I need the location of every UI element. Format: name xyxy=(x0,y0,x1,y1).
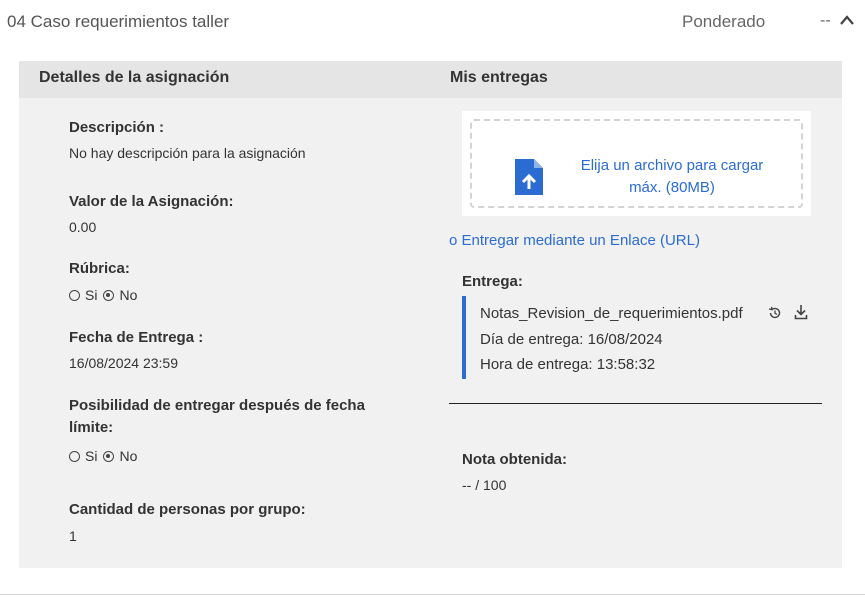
fecha-label: Fecha de Entrega : xyxy=(69,329,204,346)
history-icon[interactable] xyxy=(768,306,782,320)
posibilidad-no-label: No xyxy=(119,448,138,464)
download-icon[interactable] xyxy=(794,304,808,320)
assignment-header[interactable]: 04 Caso requerimientos taller Ponderado … xyxy=(0,0,865,44)
rubrica-si-label: Si xyxy=(85,287,98,303)
rubrica-si-radio-icon[interactable] xyxy=(69,289,80,301)
bottom-divider xyxy=(0,594,865,595)
file-upload-icon xyxy=(515,159,543,195)
chevron-up-icon[interactable] xyxy=(838,13,856,27)
nota-value: -- / 100 xyxy=(462,477,507,493)
card-header: Detalles de la asignación Mis entregas xyxy=(19,61,842,98)
rubrica-label: Rúbrica: xyxy=(69,260,130,277)
descripcion-label: Descripción : xyxy=(69,119,165,136)
cantidad-label: Cantidad de personas por grupo: xyxy=(69,501,306,518)
posibilidad-label-1: Posibilidad de entregar después de fecha xyxy=(69,397,365,414)
fecha-value: 16/08/2024 23:59 xyxy=(69,355,178,371)
details-heading: Detalles de la asignación xyxy=(39,69,230,86)
rubrica-radio-group: Si No xyxy=(69,287,143,303)
upload-line-1: Elija un archivo para cargar xyxy=(580,157,764,174)
valor-value: 0.00 xyxy=(69,219,97,235)
file-upload-area[interactable]: Elija un archivo para cargar máx. (80MB) xyxy=(462,111,811,216)
valor-label: Valor de la Asignación: xyxy=(69,193,234,210)
entrega-accent-bar xyxy=(462,296,466,379)
weight-label: Ponderado xyxy=(682,12,766,31)
entrega-label: Entrega: xyxy=(462,273,523,290)
cantidad-value: 1 xyxy=(69,528,77,544)
section-divider xyxy=(449,403,822,404)
posibilidad-radio-group: Si No xyxy=(69,448,143,464)
submitted-file-name[interactable]: Notas_Revision_de_requerimientos.pdf xyxy=(480,305,743,322)
rubrica-no-radio-icon[interactable] xyxy=(103,289,115,301)
posibilidad-si-label: Si xyxy=(85,448,98,464)
nota-label: Nota obtenida: xyxy=(462,451,567,468)
descripcion-value: No hay descripción para la asignación xyxy=(69,145,306,161)
assignment-title: 04 Caso requerimientos taller xyxy=(7,12,230,31)
posibilidad-label-2: límite: xyxy=(69,419,114,436)
upload-text[interactable]: Elija un archivo para cargar máx. (80MB) xyxy=(572,155,772,199)
upload-dropzone[interactable]: Elija un archivo para cargar máx. (80MB) xyxy=(470,119,803,208)
submit-url-link[interactable]: o Entregar mediante un Enlace (URL) xyxy=(449,232,700,249)
submissions-heading: Mis entregas xyxy=(450,69,548,86)
assignment-card: Detalles de la asignación Mis entregas D… xyxy=(19,61,842,568)
entrega-hora: Hora de entrega: 13:58:32 xyxy=(480,356,656,373)
score-dash: -- xyxy=(820,12,831,29)
rubrica-no-label: No xyxy=(119,287,138,303)
posibilidad-no-radio-icon[interactable] xyxy=(103,450,115,462)
upload-line-2: máx. (80MB) xyxy=(629,179,715,196)
posibilidad-si-radio-icon[interactable] xyxy=(69,450,80,462)
entrega-dia: Día de entrega: 16/08/2024 xyxy=(480,331,663,348)
